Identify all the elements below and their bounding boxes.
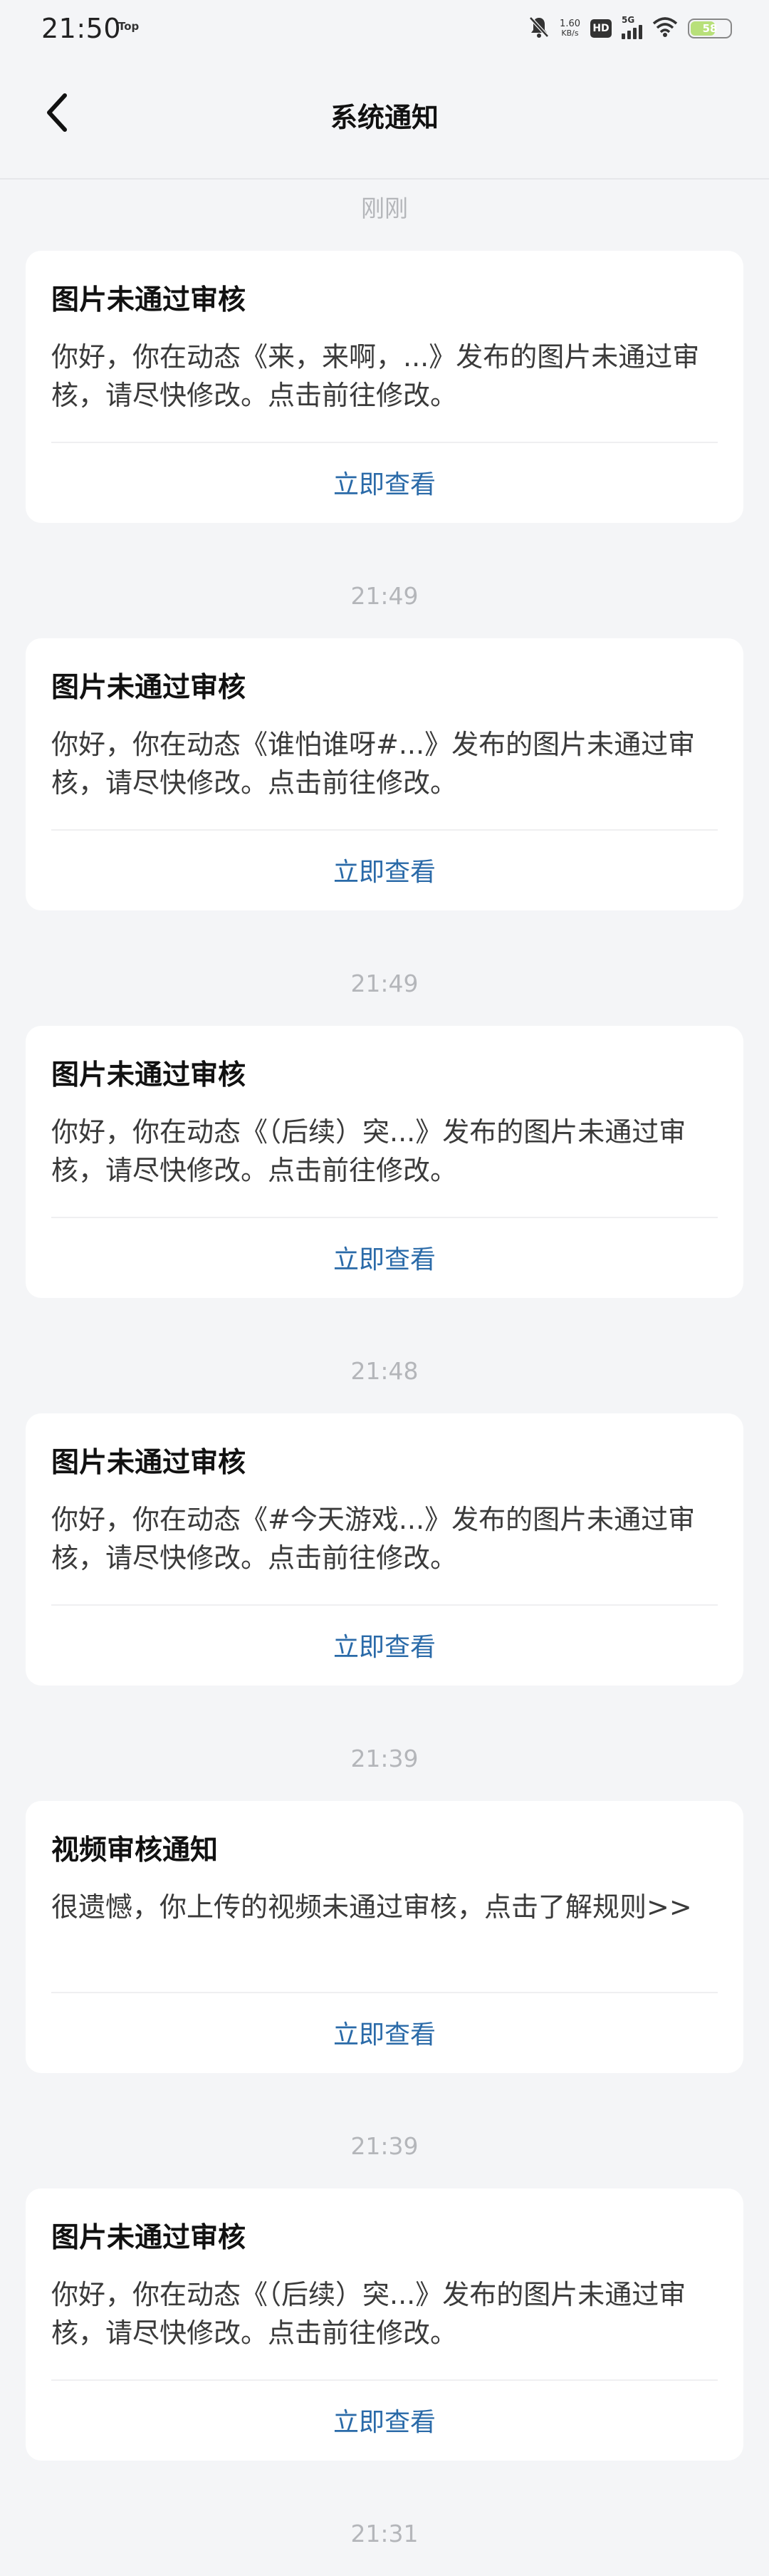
cellular-signal-icon: 5G xyxy=(622,15,642,39)
notification-card[interactable]: 图片未通过审核 你好，你在动态《来，来啊，...》发布的图片未通过审核，请尽快修… xyxy=(26,251,743,523)
view-now-button[interactable]: 立即查看 xyxy=(26,1604,743,1686)
notification-card[interactable]: 图片未通过审核 你好，你在动态《（后续）突...》发布的图片未通过审核，请尽快修… xyxy=(26,2188,743,2461)
notification-title: 图片未通过审核 xyxy=(51,2222,246,2254)
timestamp: 21:39 xyxy=(350,2132,419,2160)
notification-body: 你好，你在动态《来，来啊，...》发布的图片未通过审核，请尽快修改。点击前往修改… xyxy=(51,341,700,411)
notification-group: 21:49 图片未通过审核 你好，你在动态《（后续）突...》发布的图片未通过审… xyxy=(0,955,769,1298)
timestamp: 21:48 xyxy=(350,1357,419,1385)
notification-body: 你好，你在动态《（后续）突...》发布的图片未通过审核，请尽快修改。点击前往修改… xyxy=(51,1116,686,1186)
timestamp: 21:49 xyxy=(350,970,419,997)
status-bar: 21:50 Top 1.60 KB/s HD 5G 58 xyxy=(0,0,769,58)
notification-title: 图片未通过审核 xyxy=(51,1059,246,1091)
notification-title: 图片未通过审核 xyxy=(51,672,246,704)
timestamp: 21:49 xyxy=(350,582,419,610)
notification-body: 你好，你在动态《#今天游戏...》发布的图片未通过审核，请尽快修改。点击前往修改… xyxy=(51,1504,696,1574)
mute-bell-icon xyxy=(528,16,550,41)
net-speed-unit: KB/s xyxy=(561,28,579,38)
notification-group: 21:39 视频审核通知 很遗憾，你上传的视频未通过审核，点击了解规则>> 立即… xyxy=(0,1730,769,2073)
status-icons: 1.60 KB/s HD 5G 58 xyxy=(528,13,732,44)
notification-card[interactable]: 图片未通过审核 你好，你在动态《（后续）突...》发布的图片未通过审核，请尽快修… xyxy=(26,1026,743,1298)
hd-badge: HD xyxy=(590,19,612,38)
timestamp: 21:31 xyxy=(350,2520,419,2548)
view-now-button[interactable]: 立即查看 xyxy=(26,829,743,910)
notification-body: 你好，你在动态《（后续）突...》发布的图片未通过审核，请尽快修改。点击前往修改… xyxy=(51,2279,686,2349)
notification-card[interactable]: 图片未通过审核 你好，你在动态《#今天游戏...》发布的图片未通过审核，请尽快修… xyxy=(26,1413,743,1686)
notification-group: 21:39 图片未通过审核 你好，你在动态《（后续）突...》发布的图片未通过审… xyxy=(0,2117,769,2461)
notification-group: 21:31 xyxy=(0,2505,769,2576)
notification-title: 图片未通过审核 xyxy=(51,284,246,316)
view-now-button[interactable]: 立即查看 xyxy=(26,1217,743,1298)
wifi-icon xyxy=(652,16,678,41)
net-speed: 1.60 KB/s xyxy=(560,19,580,38)
timestamp: 21:39 xyxy=(350,1745,419,1772)
status-top-label: Top xyxy=(118,20,140,33)
notification-body: 很遗憾，你上传的视频未通过审核，点击了解规则>> xyxy=(51,1891,692,1923)
notification-group: 21:48 图片未通过审核 你好，你在动态《#今天游戏...》发布的图片未通过审… xyxy=(0,1342,769,1686)
view-now-button[interactable]: 立即查看 xyxy=(26,442,743,523)
battery-level: 58 xyxy=(702,22,718,35)
page-title: 系统通知 xyxy=(330,102,439,133)
view-now-button[interactable]: 立即查看 xyxy=(26,1992,743,2073)
status-time: 21:50 xyxy=(41,13,122,44)
notification-card[interactable]: 图片未通过审核 你好，你在动态《谁怕谁呀#...》发布的图片未通过审核，请尽快修… xyxy=(26,638,743,910)
notification-card[interactable]: 视频审核通知 很遗憾，你上传的视频未通过审核，点击了解规则>> 立即查看 xyxy=(26,1801,743,2073)
notification-group: 21:49 图片未通过审核 你好，你在动态《谁怕谁呀#...》发布的图片未通过审… xyxy=(0,567,769,910)
notification-body: 你好，你在动态《谁怕谁呀#...》发布的图片未通过审核，请尽快修改。点击前往修改… xyxy=(51,729,696,799)
battery-icon: 58 xyxy=(688,19,732,38)
notification-feed[interactable]: 刚刚 图片未通过审核 你好，你在动态《来，来啊，...》发布的图片未通过审核，请… xyxy=(0,180,769,2576)
notification-title: 图片未通过审核 xyxy=(51,1447,246,1479)
notification-title: 视频审核通知 xyxy=(51,1834,219,1866)
signal-label: 5G xyxy=(622,15,635,25)
nav-header: 系统通知 xyxy=(0,58,769,180)
notification-group: 刚刚 图片未通过审核 你好，你在动态《来，来啊，...》发布的图片未通过审核，请… xyxy=(0,180,769,523)
timestamp: 刚刚 xyxy=(361,194,408,222)
net-speed-value: 1.60 xyxy=(560,19,580,29)
view-now-button[interactable]: 立即查看 xyxy=(26,2379,743,2461)
